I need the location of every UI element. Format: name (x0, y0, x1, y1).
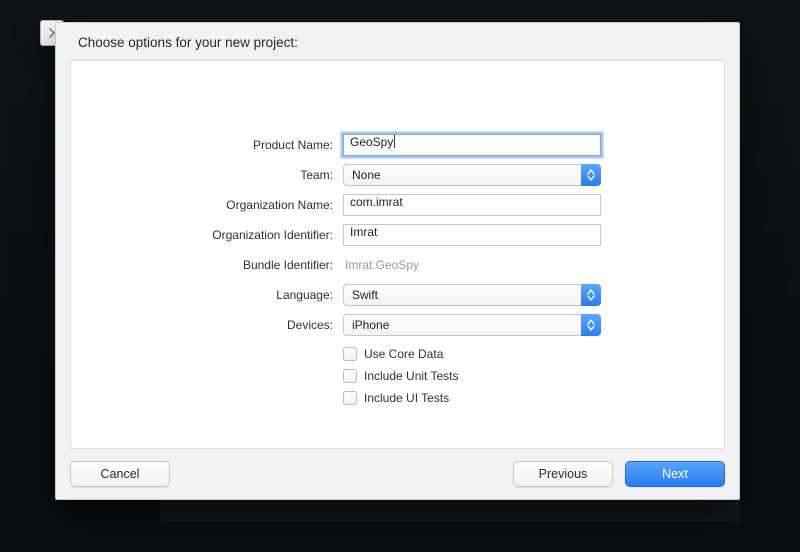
sheet-footer: Cancel Previous Next (56, 449, 739, 499)
team-value: None (352, 168, 381, 182)
bundle-identifier-value: Imrat.GeoSpy (343, 254, 601, 276)
team-label: Team: (71, 168, 343, 182)
team-select[interactable]: None (343, 164, 601, 186)
organization-identifier-input[interactable]: Imrat (343, 224, 601, 246)
use-core-data-label: Use Core Data (364, 347, 443, 361)
organization-name-value: com.imrat (350, 195, 403, 209)
updown-stepper-icon (581, 284, 601, 306)
new-project-options-sheet: Choose options for your new project: Pro… (55, 22, 740, 500)
cancel-button[interactable]: Cancel (70, 461, 170, 487)
organization-name-input[interactable]: com.imrat (343, 194, 601, 216)
language-select[interactable]: Swift (343, 284, 601, 306)
devices-value: iPhone (352, 318, 389, 332)
sheet-title: Choose options for your new project: (56, 23, 739, 60)
organization-name-label: Organization Name: (71, 198, 343, 212)
previous-button[interactable]: Previous (513, 461, 613, 487)
devices-select[interactable]: iPhone (343, 314, 601, 336)
product-name-input[interactable]: GeoSpy (343, 134, 601, 156)
language-label: Language: (71, 288, 343, 302)
product-name-label: Product Name: (71, 138, 343, 152)
language-value: Swift (352, 288, 378, 302)
next-button[interactable]: Next (625, 461, 725, 487)
desktop-background: Choose options for your new project: Pro… (0, 0, 800, 552)
devices-label: Devices: (71, 318, 343, 332)
updown-stepper-icon (581, 314, 601, 336)
product-name-value: GeoSpy (350, 135, 395, 149)
updown-stepper-icon (581, 164, 601, 186)
use-core-data-checkbox[interactable] (343, 347, 357, 361)
include-unit-tests-label: Include Unit Tests (364, 369, 459, 383)
include-ui-tests-checkbox[interactable] (343, 391, 357, 405)
sheet-body: Product Name: GeoSpy Team: None (70, 60, 725, 449)
bundle-identifier-label: Bundle Identifier: (71, 258, 343, 272)
options-form: Product Name: GeoSpy Team: None (71, 133, 724, 409)
organization-identifier-label: Organization Identifier: (71, 228, 343, 242)
include-unit-tests-checkbox[interactable] (343, 369, 357, 383)
include-ui-tests-label: Include UI Tests (364, 391, 449, 405)
organization-identifier-value: Imrat (350, 225, 377, 239)
